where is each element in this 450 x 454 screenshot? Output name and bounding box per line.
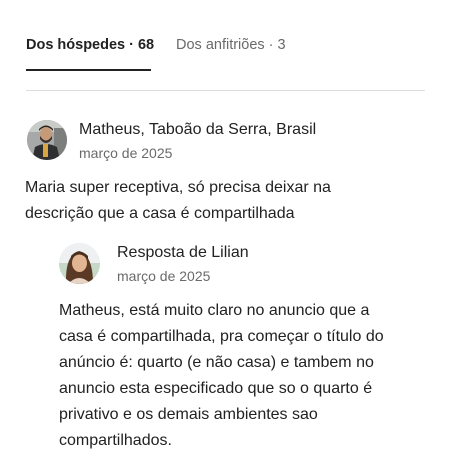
review-date: março de 2025: [79, 145, 173, 161]
review-text-line: descrição que a casa é compartilhada: [25, 205, 295, 222]
reply-text-line: anúncio é: quarto (e não casa) e tambem …: [59, 354, 374, 371]
avatar-photo-lilian: [59, 243, 100, 284]
avatar[interactable]: [27, 120, 67, 160]
tab-hosts[interactable]: Dos anfitriões · 3: [176, 37, 286, 53]
avatar-photo-matheus: [27, 120, 67, 160]
reply-text-line: anuncio esta especificado que so o quart…: [59, 380, 373, 397]
reply-text: Matheus, está muito claro no anuncio que…: [59, 298, 434, 454]
reply-text-line: casa é compartilhada, pra começar o títu…: [59, 328, 384, 345]
reply-text-line: privativo e os demais ambientes sao: [59, 406, 318, 423]
reviewer-name: Matheus, Taboão da Serra, Brasil: [79, 121, 317, 138]
avatar: [59, 243, 100, 284]
reply-text-line: Matheus, está muito claro no anuncio que…: [59, 302, 370, 319]
active-tab-indicator: [26, 69, 151, 71]
reviews-tabs: Dos hóspedes · 68 Dos anfitriões · 3: [0, 0, 450, 92]
reply-title: Resposta de Lilian: [117, 244, 249, 261]
tab-guests[interactable]: Dos hóspedes · 68: [26, 37, 154, 53]
tabs-divider: [26, 90, 425, 91]
reply-text-line: compartilhados.: [59, 432, 172, 449]
review-text-line: Maria super receptiva, só precisa deixar…: [25, 179, 331, 196]
review-text: Maria super receptiva, só precisa deixar…: [25, 175, 430, 227]
reply-date: março de 2025: [117, 268, 211, 284]
